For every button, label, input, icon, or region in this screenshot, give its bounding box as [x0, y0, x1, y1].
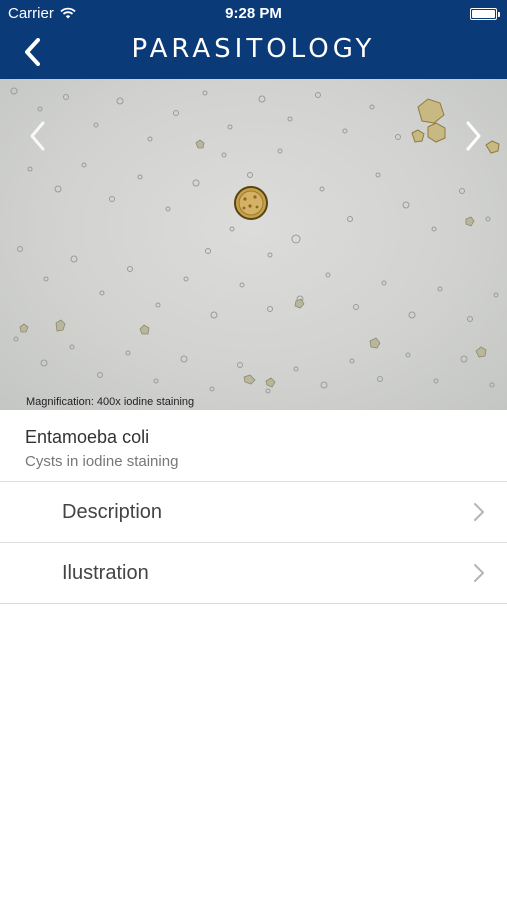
description-label: Description [62, 501, 163, 523]
status-time: 9:28 PM [225, 5, 282, 22]
micrograph-picture [10, 87, 500, 394]
specimen-header: Entamoeba coli Cysts in iodine staining [0, 410, 507, 482]
image-caption: Magnification: 400x iodine staining [26, 396, 195, 408]
micrograph-image[interactable]: Magnification: 400x iodine staining [0, 79, 507, 410]
chevron-right-icon [474, 564, 484, 582]
previous-image-button[interactable] [22, 116, 52, 156]
specimen-subtitle: Cysts in iodine staining [25, 453, 179, 470]
chevron-left-icon [30, 121, 45, 151]
page-title: PARASITOLOGY [131, 34, 376, 64]
next-image-button[interactable] [459, 116, 489, 156]
status-bar: Carrier 9:28 PM [0, 0, 507, 28]
navigation-bar: Carrier 9:28 PM PARASITOLOGY [0, 0, 507, 79]
illustration-row[interactable]: Ilustration [0, 543, 507, 604]
chevron-right-icon [466, 121, 481, 151]
specimen-name: Entamoeba coli [25, 427, 150, 447]
illustration-label: Ilustration [62, 562, 149, 584]
battery-icon [470, 8, 500, 20]
description-row[interactable]: Description [0, 482, 507, 543]
chevron-right-icon [474, 503, 484, 521]
